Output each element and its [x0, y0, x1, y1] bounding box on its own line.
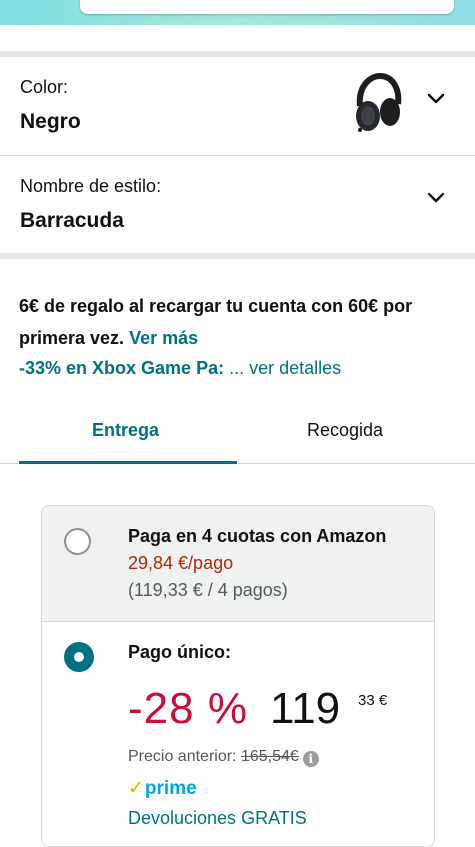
previous-price-row: Precio anterior: 165,54€ i [128, 748, 319, 767]
headphones-thumbnail [356, 72, 402, 132]
see-details-link[interactable]: ... ver detalles [229, 358, 341, 378]
search-card[interactable] [80, 0, 454, 14]
style-value: Barracuda [20, 209, 124, 232]
color-value: Negro [20, 110, 81, 133]
previous-price: 165,54€ [240, 748, 299, 765]
color-label: Color: [20, 77, 69, 97]
xbox-promo: -33% en Xbox Game Pa: ... ver detalles [19, 358, 341, 379]
chevron-down-icon[interactable] [426, 188, 446, 208]
radio-single-payment[interactable] [64, 642, 94, 672]
free-returns-link[interactable]: Devoluciones GRATIS [128, 808, 307, 829]
price-fraction: 33 € [358, 692, 388, 709]
recharge-promo: 6€ de regalo al recargar tu cuenta con 6… [19, 290, 459, 354]
installments-title: Paga en 4 cuotas con Amazon [128, 526, 387, 546]
payment-options: Paga en 4 cuotas con Amazon 29,84 €/pago… [41, 505, 435, 847]
color-selector[interactable]: Color: Negro [0, 57, 475, 155]
price-whole: 119 [270, 684, 341, 733]
xbox-promo-text: -33% en Xbox Game Pa: [19, 358, 225, 378]
previous-price-label: Precio anterior: [128, 748, 237, 765]
discount-percent: -28 % [128, 684, 248, 733]
tab-delivery[interactable]: Entrega [92, 420, 159, 441]
prime-check-icon: ✓ [128, 778, 144, 799]
single-payment-title: Pago único: [128, 642, 231, 662]
tab-pickup[interactable]: Recogida [307, 420, 383, 441]
installments-total: (119,33 € / 4 pagos) [128, 580, 288, 600]
active-tab-indicator [19, 461, 237, 464]
prime-label: prime [144, 778, 197, 799]
installments-per-payment: 29,84 €/pago [128, 553, 234, 573]
info-icon[interactable]: i [302, 751, 319, 767]
chevron-down-icon[interactable] [426, 89, 446, 109]
see-more-link[interactable]: Ver más [129, 328, 198, 348]
prime-badge: ✓prime [128, 777, 197, 800]
radio-installments[interactable] [64, 528, 91, 555]
promo-text: 6€ de regalo al recargar tu cuenta con 6… [19, 296, 413, 348]
style-label: Nombre de estilo: [20, 176, 162, 196]
style-selector[interactable]: Nombre de estilo: Barracuda [0, 156, 475, 254]
installments-option[interactable]: Paga en 4 cuotas con Amazon 29,84 €/pago… [42, 506, 434, 622]
section-gap [0, 253, 475, 259]
